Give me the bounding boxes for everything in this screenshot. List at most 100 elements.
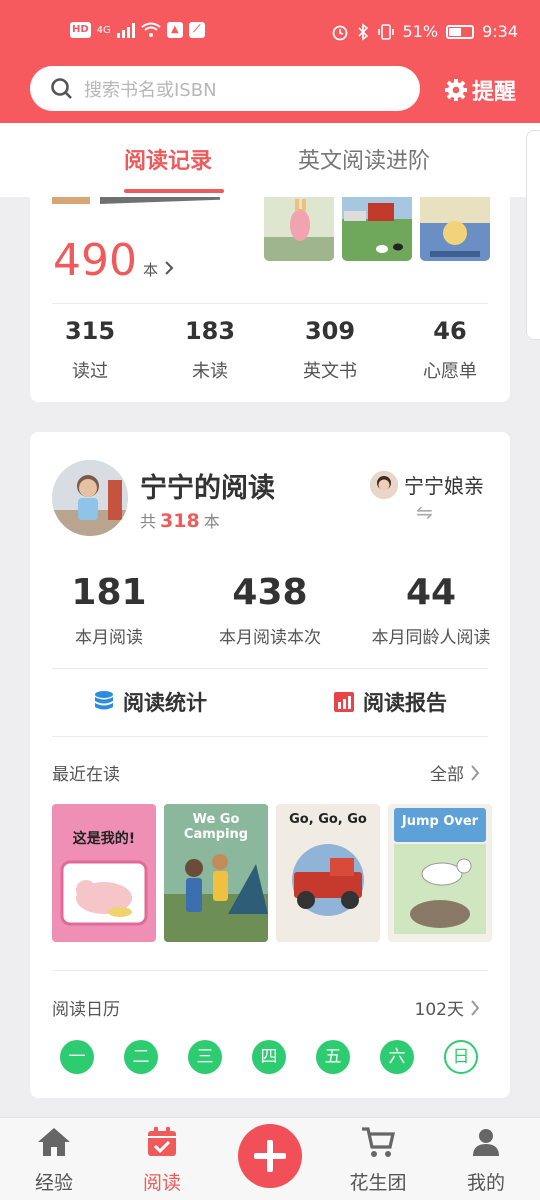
week-days: 一 二 三 四 五 六 日 — [60, 1040, 478, 1074]
status-bar: HD 4G ▲ ⟋ 51% 9:34 — [0, 16, 540, 50]
nav-peanut-group[interactable]: 花生团 — [338, 1126, 418, 1195]
stat-peer-reading[interactable]: 44 本月同龄人阅读 — [352, 572, 510, 648]
recent-reading-title: 最近在读 — [52, 765, 120, 785]
recent-all-link[interactable]: 全部 — [430, 760, 480, 785]
wifi-icon — [141, 22, 161, 37]
stat-read[interactable]: 315 读过 — [30, 317, 150, 383]
parent-avatar — [370, 470, 398, 499]
chevron-right-icon — [471, 999, 480, 1016]
library-icon — [52, 197, 90, 204]
stat-monthly-sessions[interactable]: 438 本月阅读本次 — [188, 572, 352, 648]
calendar-days-link[interactable]: 102天 — [415, 995, 480, 1020]
book-cover[interactable]: Jump Over — [388, 804, 492, 942]
remind-label: 提醒 — [472, 80, 517, 105]
day-mon[interactable]: 一 — [60, 1040, 94, 1074]
all-label: 全部 — [430, 765, 464, 785]
nav-reading[interactable]: 阅读 — [122, 1126, 202, 1195]
side-drawer-handle[interactable] — [526, 130, 540, 340]
stat-label: 未读 — [192, 361, 228, 382]
book-title: Go, Go, Go — [289, 812, 367, 827]
child-total-unit: 本 — [203, 512, 220, 531]
remind-button[interactable]: 提醒 — [444, 74, 516, 106]
library-card: 490 本 315 读过 183 未读 309 英文书 46 心愿单 — [30, 197, 510, 402]
add-button[interactable] — [238, 1124, 302, 1188]
app-header: HD 4G ▲ ⟋ 51% 9:34 搜索书名或ISBN 提醒 — [0, 0, 540, 123]
book-cover[interactable] — [342, 197, 412, 261]
signal-icon — [116, 22, 135, 38]
parent-name: 宁宁娘亲 — [404, 474, 484, 498]
action-label: 阅读统计 — [123, 691, 207, 715]
hd-indicator: HD — [70, 22, 91, 38]
book-title: 这是我的! — [72, 831, 136, 847]
book-cover[interactable]: 这是我的! — [52, 804, 156, 942]
search-input[interactable]: 搜索书名或ISBN — [30, 66, 420, 111]
stat-label: 心愿单 — [423, 361, 477, 382]
divider — [52, 303, 488, 304]
stat-value: 315 — [64, 317, 116, 345]
reading-stats-button[interactable]: 阅读统计 — [30, 668, 270, 736]
report-icon — [334, 692, 354, 712]
day-thu[interactable]: 四 — [252, 1040, 286, 1074]
reading-actions: 阅读统计 阅读报告 — [30, 668, 510, 736]
plus-icon — [254, 1140, 286, 1172]
battery-icon — [446, 24, 475, 39]
stat-wishlist[interactable]: 46 心愿单 — [390, 317, 510, 383]
nav-label: 花生团 — [349, 1172, 407, 1194]
tab-label: 英文阅读进阶 — [298, 149, 431, 174]
day-tue[interactable]: 二 — [124, 1040, 158, 1074]
child-total-prefix: 共 — [140, 512, 157, 531]
child-reading-title: 宁宁的阅读 — [140, 473, 275, 504]
book-cover[interactable]: We Go Camping — [164, 804, 268, 942]
stat-label: 本月阅读本次 — [219, 628, 321, 648]
vibrate-icon — [377, 23, 394, 40]
child-total-number: 318 — [160, 510, 200, 532]
action-label: 阅读报告 — [363, 691, 447, 715]
tab-english-progress[interactable]: 英文阅读进阶 — [298, 143, 430, 175]
clock: 9:34 — [482, 22, 518, 41]
person-icon — [473, 1129, 499, 1156]
nav-label: 我的 — [466, 1172, 505, 1194]
tab-underline — [124, 189, 224, 193]
stat-english-books[interactable]: 309 英文书 — [270, 317, 390, 383]
battery-percent: 51% — [402, 22, 439, 41]
divider — [52, 970, 488, 971]
database-icon — [95, 691, 113, 710]
nav-experience[interactable]: 经验 — [14, 1126, 94, 1195]
child-avatar[interactable] — [52, 460, 128, 536]
warning-app-icon: ▲ — [166, 22, 183, 38]
stat-monthly-reading[interactable]: 181 本月阅读 — [30, 572, 188, 648]
library-total[interactable]: 490 本 — [53, 235, 174, 286]
stat-value: 44 — [405, 572, 457, 613]
book-title: Jump Over — [401, 814, 479, 829]
stat-unread[interactable]: 183 未读 — [150, 317, 270, 383]
day-sat[interactable]: 六 — [380, 1040, 414, 1074]
search-icon — [51, 77, 72, 99]
feather-app-icon: ⟋ — [188, 22, 205, 38]
book-title: We Go Camping — [183, 812, 249, 842]
chevron-right-icon — [471, 764, 480, 781]
child-reading-card: 宁宁的阅读 共 318 本 宁宁娘亲 ⇋ 181 本月阅读 438 本月阅读本次… — [30, 432, 510, 1098]
stat-label: 读过 — [72, 361, 108, 382]
day-wed[interactable]: 三 — [188, 1040, 222, 1074]
stat-label: 本月阅读 — [75, 628, 143, 648]
reading-report-button[interactable]: 阅读报告 — [270, 668, 510, 736]
tab-label: 阅读记录 — [124, 149, 213, 174]
library-stats: 315 读过 183 未读 309 英文书 46 心愿单 — [30, 317, 510, 383]
book-cover[interactable] — [264, 197, 334, 261]
library-title-cropped — [100, 197, 220, 204]
stat-value: 46 — [433, 317, 467, 345]
book-cover[interactable] — [420, 197, 490, 261]
book-cover[interactable]: Go, Go, Go — [276, 804, 380, 942]
swap-icon[interactable]: ⇋ — [416, 500, 433, 524]
switch-account[interactable]: 宁宁娘亲 — [370, 470, 484, 499]
gear-icon — [445, 79, 467, 101]
nav-mine[interactable]: 我的 — [446, 1126, 526, 1195]
tab-reading-record[interactable]: 阅读记录 — [124, 143, 224, 193]
day-sun[interactable]: 日 — [444, 1040, 478, 1074]
day-fri[interactable]: 五 — [316, 1040, 350, 1074]
library-cover-strip — [264, 197, 490, 261]
calendar-icon — [148, 1127, 176, 1156]
bluetooth-icon — [357, 22, 368, 41]
reading-calendar-title: 阅读日历 — [52, 1000, 120, 1020]
nav-label: 阅读 — [142, 1172, 181, 1194]
